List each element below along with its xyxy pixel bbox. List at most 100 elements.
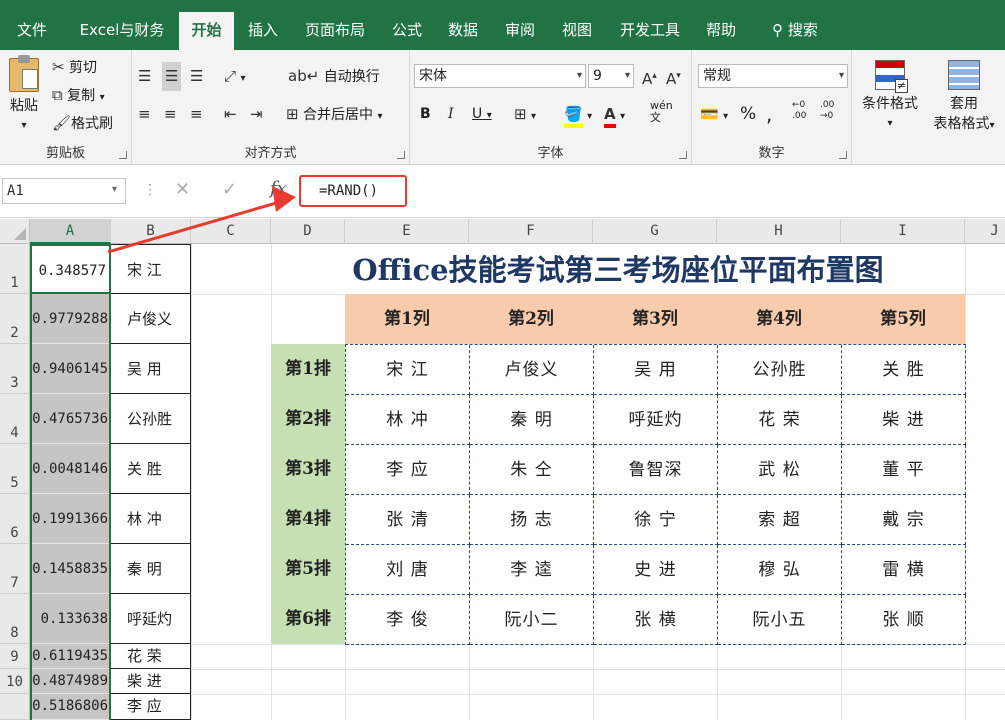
- seat-cell[interactable]: 柴 进: [842, 395, 966, 445]
- column-header-c[interactable]: C: [191, 219, 271, 244]
- comma-button[interactable]: ,: [766, 104, 772, 124]
- cell-b8[interactable]: 呼延灼: [111, 594, 191, 644]
- tab-insert[interactable]: 插入: [240, 13, 286, 50]
- decrease-decimal-button[interactable]: .00 →0: [820, 100, 834, 122]
- seat-cell[interactable]: 吴 用: [594, 345, 718, 395]
- cell-a1[interactable]: 0.348577: [30, 244, 111, 294]
- align-top-button[interactable]: ☰: [138, 66, 151, 87]
- cell-b7[interactable]: 秦 明: [111, 544, 191, 594]
- italic-button[interactable]: I: [448, 104, 454, 124]
- align-center-button[interactable]: ≡: [164, 104, 177, 125]
- row-header-6[interactable]: 6: [0, 494, 30, 544]
- cell-b3[interactable]: 吴 用: [111, 344, 191, 394]
- conditional-format-button[interactable]: ≠ 条件格式 ▾: [858, 60, 922, 134]
- header-col-3[interactable]: 第3列: [593, 294, 717, 344]
- merge-center-button[interactable]: ⊞ 合并后居中 ▾: [286, 104, 383, 127]
- seat-cell[interactable]: 张 顺: [842, 595, 966, 645]
- column-header-f[interactable]: F: [469, 219, 593, 244]
- seat-cell[interactable]: 秦 明: [470, 395, 594, 445]
- seat-cell[interactable]: 关 胜: [842, 345, 966, 395]
- row-header-11[interactable]: [0, 694, 30, 720]
- decrease-font-button[interactable]: A▾: [666, 66, 681, 90]
- seat-cell[interactable]: 阮小二: [470, 595, 594, 645]
- tab-excel-finance[interactable]: Excel与财务: [72, 13, 172, 50]
- seat-cell[interactable]: 徐 宁: [594, 495, 718, 545]
- number-format-select[interactable]: 常规 ▾: [698, 64, 848, 88]
- align-bottom-button[interactable]: ☰: [190, 66, 203, 87]
- tab-home[interactable]: 开始: [179, 12, 234, 50]
- row-label-3[interactable]: 第3排: [271, 444, 345, 494]
- seat-cell[interactable]: 戴 宗: [842, 495, 966, 545]
- worksheet-grid[interactable]: A B C D E F G H I J 1 2 3 4 5 6 7 8 9 10…: [0, 219, 1005, 720]
- seat-cell[interactable]: 雷 横: [842, 545, 966, 595]
- seat-cell[interactable]: 索 超: [718, 495, 842, 545]
- underline-button[interactable]: U ▾: [472, 104, 492, 126]
- insert-function-icon[interactable]: fx: [270, 178, 287, 199]
- row-header-1[interactable]: 1: [0, 244, 30, 294]
- increase-decimal-button[interactable]: ←0.00: [792, 100, 806, 122]
- phonetic-button[interactable]: wén 文: [650, 100, 673, 124]
- tab-file[interactable]: 文件: [8, 13, 56, 50]
- cell-b4[interactable]: 公孙胜: [111, 394, 191, 444]
- header-col-4[interactable]: 第4列: [717, 294, 841, 344]
- tab-data[interactable]: 数据: [440, 13, 486, 50]
- cell-a5[interactable]: 0.0048146: [30, 444, 111, 494]
- row-header-4[interactable]: 4: [0, 394, 30, 444]
- search-box[interactable]: ⚲ 搜索: [762, 13, 828, 50]
- row-header-10[interactable]: 10: [0, 669, 30, 694]
- row-header-3[interactable]: 3: [0, 344, 30, 394]
- cell-a8[interactable]: 0.133638: [30, 594, 111, 644]
- cell-b1[interactable]: 宋 江: [111, 244, 191, 294]
- row-label-1[interactable]: 第1排: [271, 344, 345, 394]
- percent-button[interactable]: %: [740, 104, 756, 124]
- column-header-g[interactable]: G: [593, 219, 717, 244]
- font-size-select[interactable]: 9 ▾: [588, 64, 634, 88]
- seat-cell[interactable]: 呼延灼: [594, 395, 718, 445]
- font-name-select[interactable]: 宋体 ▾: [414, 64, 586, 88]
- column-header-d[interactable]: D: [271, 219, 345, 244]
- seat-cell[interactable]: 董 平: [842, 445, 966, 495]
- seat-cell[interactable]: 李 逵: [470, 545, 594, 595]
- name-box[interactable]: A1: [2, 178, 126, 204]
- seat-cell[interactable]: 宋 江: [346, 345, 470, 395]
- seating-title[interactable]: Office技能考试第三考场座位平面布置图: [271, 244, 965, 294]
- column-header-j[interactable]: J: [965, 219, 1005, 244]
- row-label-5[interactable]: 第5排: [271, 544, 345, 594]
- column-header-h[interactable]: H: [717, 219, 841, 244]
- cell-a10[interactable]: 0.4874989: [30, 669, 111, 694]
- bold-button[interactable]: B: [420, 104, 431, 124]
- tab-page-layout[interactable]: 页面布局: [298, 13, 372, 50]
- enter-icon[interactable]: ✓: [222, 179, 237, 200]
- row-header-8[interactable]: 8: [0, 594, 30, 644]
- align-left-button[interactable]: ≡: [138, 104, 151, 125]
- seat-cell[interactable]: 穆 弘: [718, 545, 842, 595]
- row-label-6[interactable]: 第6排: [271, 594, 345, 644]
- seat-cell[interactable]: 扬 志: [470, 495, 594, 545]
- header-col-2[interactable]: 第2列: [469, 294, 593, 344]
- tab-developer[interactable]: 开发工具: [612, 13, 688, 50]
- seat-cell[interactable]: 鲁智深: [594, 445, 718, 495]
- cell-b9[interactable]: 花 荣: [111, 644, 191, 669]
- align-right-button[interactable]: ≡: [190, 104, 203, 125]
- cell-a4[interactable]: 0.4765736: [30, 394, 111, 444]
- seat-cell[interactable]: 公孙胜: [718, 345, 842, 395]
- formula-input[interactable]: =RAND(): [299, 175, 407, 207]
- format-as-table-button[interactable]: 套用 表格格式▾: [924, 60, 1004, 136]
- tab-formulas[interactable]: 公式: [384, 13, 430, 50]
- seat-cell[interactable]: 张 横: [594, 595, 718, 645]
- seat-cell[interactable]: 阮小五: [718, 595, 842, 645]
- cell-b5[interactable]: 关 胜: [111, 444, 191, 494]
- row-header-9[interactable]: 9: [0, 644, 30, 669]
- cell-b6[interactable]: 林 冲: [111, 494, 191, 544]
- row-label-2[interactable]: 第2排: [271, 394, 345, 444]
- alignment-launcher-icon[interactable]: [397, 151, 405, 159]
- seat-cell[interactable]: 李 俊: [346, 595, 470, 645]
- cell-a11[interactable]: 0.5186806: [30, 694, 111, 720]
- tab-view[interactable]: 视图: [554, 13, 600, 50]
- seat-cell[interactable]: 林 冲: [346, 395, 470, 445]
- decrease-indent-button[interactable]: ⇤: [224, 104, 237, 125]
- align-middle-button[interactable]: ☰: [162, 62, 182, 91]
- cell-a7[interactable]: 0.1458835: [30, 544, 111, 594]
- borders-button[interactable]: ⊞ ▾: [514, 104, 536, 127]
- increase-indent-button[interactable]: ⇥: [250, 104, 263, 125]
